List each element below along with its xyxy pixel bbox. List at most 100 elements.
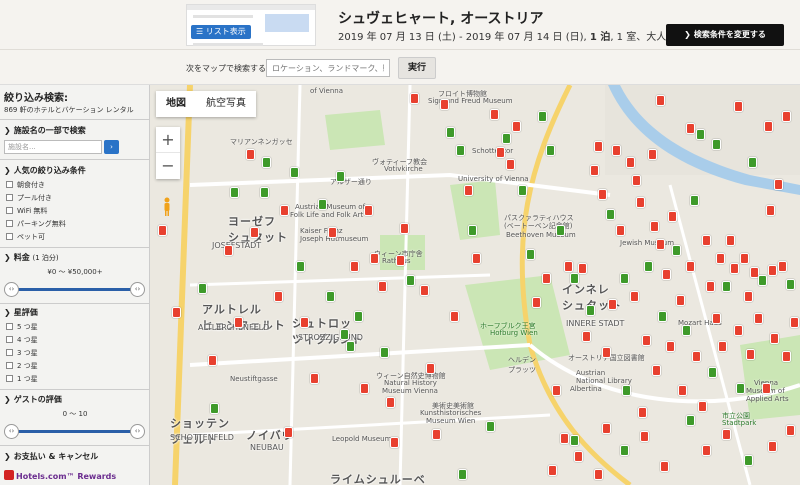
hotel-pin[interactable] (472, 253, 481, 264)
map-search-button[interactable]: 実行 (398, 57, 436, 79)
hotel-pin[interactable] (458, 469, 467, 480)
hotel-pin[interactable] (706, 281, 715, 292)
hotel-pin[interactable] (370, 253, 379, 264)
hotel-pin[interactable] (354, 311, 363, 322)
hotel-pin[interactable] (770, 333, 779, 344)
hotel-pin[interactable] (506, 159, 515, 170)
hotel-pin[interactable] (644, 261, 653, 272)
hotel-pin[interactable] (778, 261, 787, 272)
hotel-pin[interactable] (582, 331, 591, 342)
price-max-handle[interactable]: ‹› (130, 282, 145, 297)
hotel-pin[interactable] (636, 197, 645, 208)
filter-wifi[interactable]: WiFi 無料 (6, 206, 47, 216)
hotel-pin[interactable] (650, 221, 659, 232)
hotel-pin[interactable] (666, 341, 675, 352)
hotel-pin[interactable] (712, 313, 721, 324)
hotel-pin[interactable] (440, 99, 449, 110)
hotel-pin[interactable] (360, 383, 369, 394)
hotel-pin[interactable] (336, 171, 345, 182)
hotel-pin[interactable] (546, 145, 555, 156)
hotel-pin[interactable] (526, 249, 535, 260)
filter-5-star[interactable]: 5 つ星 (6, 322, 38, 332)
hotel-pin[interactable] (616, 225, 625, 236)
hotel-pin[interactable] (246, 149, 255, 160)
hotel-pin[interactable] (722, 429, 731, 440)
hotel-pin[interactable] (262, 157, 271, 168)
hotel-pin[interactable] (620, 273, 629, 284)
hotel-pin[interactable] (296, 261, 305, 272)
hotel-pin[interactable] (598, 189, 607, 200)
hotel-pin[interactable] (350, 261, 359, 272)
hotel-pin[interactable] (782, 351, 791, 362)
hotel-pin[interactable] (632, 175, 641, 186)
checkbox[interactable] (6, 220, 13, 227)
hotel-pin[interactable] (782, 111, 791, 122)
checkbox[interactable] (6, 349, 13, 356)
hotel-pin[interactable] (300, 317, 309, 328)
hotel-pin[interactable] (326, 291, 335, 302)
hotel-pin[interactable] (744, 455, 753, 466)
hotel-pin[interactable] (446, 127, 455, 138)
checkbox[interactable] (6, 336, 13, 343)
hotel-pin[interactable] (570, 435, 579, 446)
hotel-pin[interactable] (602, 423, 611, 434)
map-search-input[interactable] (266, 59, 390, 77)
popular-filters-section[interactable]: ❯ 人気の絞り込み条件 (4, 165, 86, 176)
hotel-pin[interactable] (400, 223, 409, 234)
price-min-handle[interactable]: ‹› (4, 282, 19, 297)
hotel-pin[interactable] (686, 415, 695, 426)
list-view-button[interactable]: ☰ リスト表示 (191, 25, 251, 39)
hotel-pin[interactable] (432, 429, 441, 440)
hotel-pin[interactable] (612, 145, 621, 156)
hotel-pin[interactable] (662, 269, 671, 280)
hotel-pin[interactable] (490, 109, 499, 120)
hotel-pin[interactable] (790, 317, 799, 328)
hotel-pin[interactable] (570, 273, 579, 284)
hotel-pin[interactable] (230, 187, 239, 198)
hotel-pin[interactable] (768, 441, 777, 452)
hotel-pin[interactable] (378, 281, 387, 292)
hotel-pin[interactable] (690, 195, 699, 206)
filter-4-star[interactable]: 4 つ星 (6, 335, 38, 345)
hotel-pin[interactable] (652, 365, 661, 376)
hotel-pin[interactable] (532, 297, 541, 308)
hotel-pin[interactable] (602, 347, 611, 358)
hotel-pin[interactable] (766, 205, 775, 216)
hotel-pin[interactable] (702, 445, 711, 456)
guest-min-handle[interactable]: ‹› (4, 424, 19, 439)
hotel-pin[interactable] (552, 385, 561, 396)
checkbox[interactable] (6, 375, 13, 382)
hotel-pin[interactable] (736, 383, 745, 394)
change-search-button[interactable]: ❯ 検索条件を変更する (666, 24, 784, 46)
hotel-pin[interactable] (290, 167, 299, 178)
hotel-pin[interactable] (726, 235, 735, 246)
hotel-pin[interactable] (496, 147, 505, 158)
filter-parking[interactable]: パーキング無料 (6, 219, 66, 229)
hotel-pin[interactable] (328, 227, 337, 238)
hotel-pin[interactable] (682, 325, 691, 336)
hotel-pin[interactable] (718, 341, 727, 352)
hotel-pin[interactable] (450, 311, 459, 322)
filter-3-star[interactable]: 3 つ星 (6, 348, 38, 358)
hotel-pin[interactable] (622, 385, 631, 396)
filter-pool[interactable]: プール付き (6, 193, 52, 203)
hotel-pin[interactable] (708, 367, 717, 378)
hotel-pin[interactable] (542, 273, 551, 284)
list-view-thumbnail[interactable]: ☰ リスト表示 (186, 4, 316, 46)
filter-pets[interactable]: ペット可 (6, 232, 45, 242)
hotel-pin[interactable] (318, 199, 327, 210)
hotel-pin[interactable] (698, 401, 707, 412)
hotel-pin[interactable] (538, 111, 547, 122)
filter-2-star[interactable]: 2 つ星 (6, 361, 38, 371)
hotel-pin[interactable] (648, 149, 657, 160)
hotel-pin[interactable] (712, 139, 721, 150)
star-rating-section[interactable]: ❯ 星評価 (4, 307, 38, 318)
hotel-pin[interactable] (364, 205, 373, 216)
hotel-pin[interactable] (630, 291, 639, 302)
name-search-section[interactable]: ❯ 施設名の一部で検索 (4, 125, 86, 136)
hotel-pin[interactable] (172, 307, 181, 318)
hotel-pin[interactable] (274, 291, 283, 302)
street-view-pegman-icon[interactable] (162, 197, 172, 217)
hotel-pin[interactable] (158, 225, 167, 236)
filter-breakfast[interactable]: 朝食付き (6, 180, 45, 190)
